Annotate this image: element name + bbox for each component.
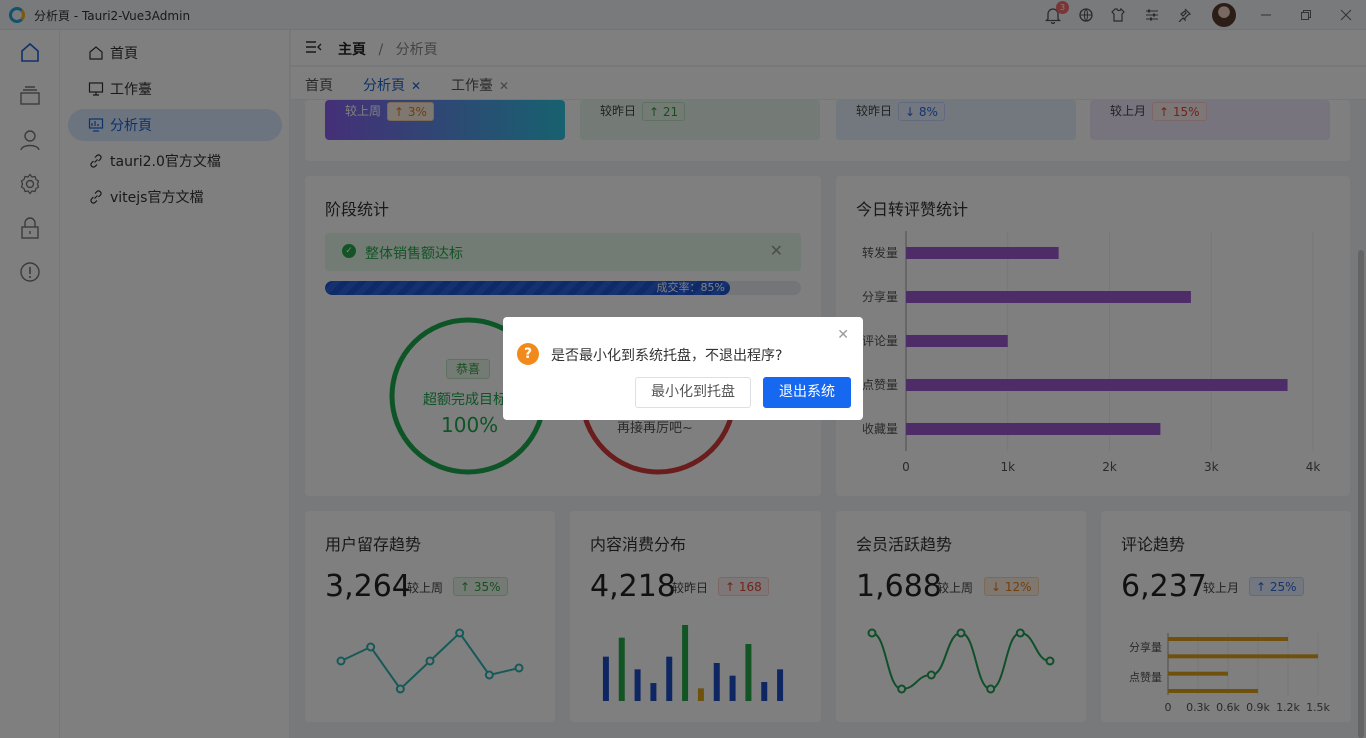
dialog-message: 是否最小化到系统托盘，不退出程序?	[551, 348, 783, 364]
question-icon: ?	[517, 343, 539, 365]
confirm-dialog: ? 是否最小化到系统托盘，不退出程序? ✕ 最小化到托盘 退出系统	[503, 317, 863, 420]
exit-system-button[interactable]: 退出系统	[763, 377, 851, 408]
minimize-to-tray-button[interactable]: 最小化到托盘	[635, 377, 751, 408]
close-icon[interactable]: ✕	[837, 327, 849, 343]
